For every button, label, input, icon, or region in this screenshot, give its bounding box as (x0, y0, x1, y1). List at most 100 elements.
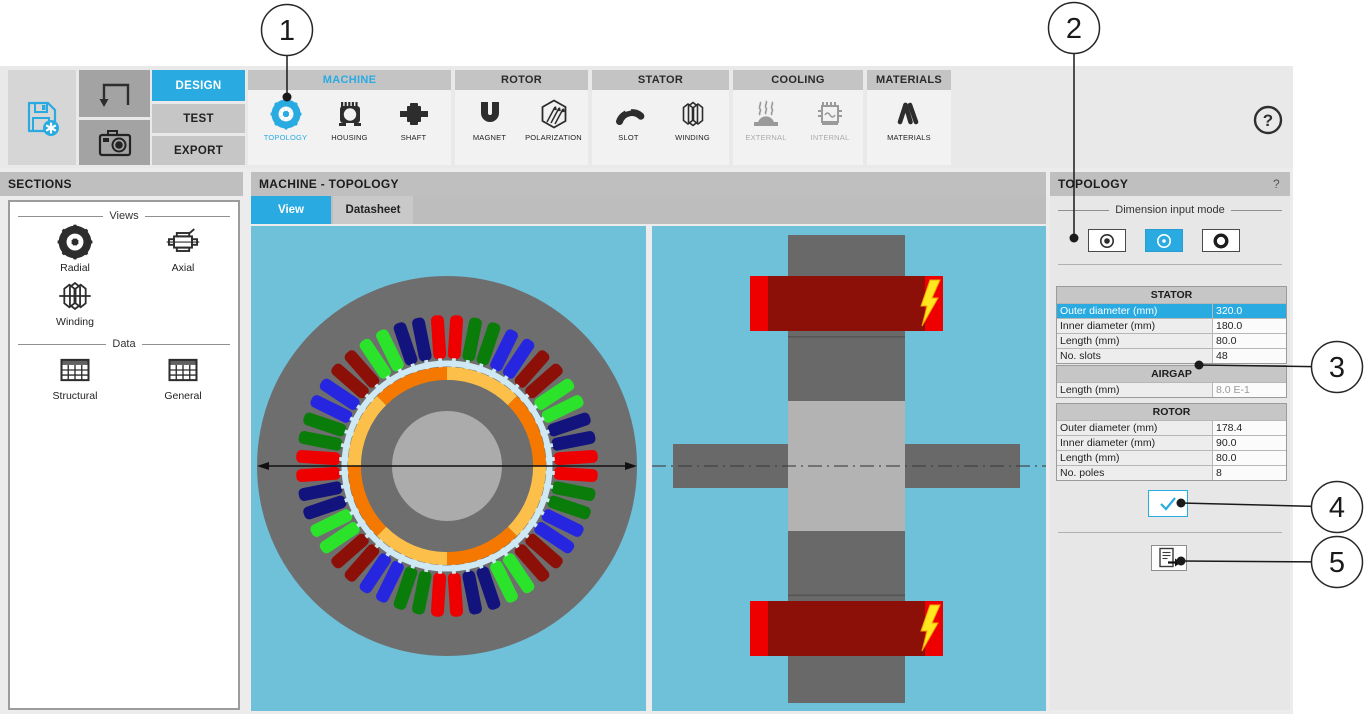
help-button[interactable]: ? (1252, 104, 1284, 136)
checkmark-icon (1160, 496, 1176, 511)
table-row[interactable]: No. slots 48 (1057, 348, 1286, 363)
row-label: Outer diameter (mm) (1057, 304, 1213, 318)
sidebar-item-winding[interactable]: Winding (25, 278, 125, 328)
table-row[interactable]: Inner diameter (mm) 180.0 (1057, 318, 1286, 333)
structural-data-icon (60, 358, 90, 382)
table-row[interactable]: Outer diameter (mm) 178.4 (1057, 420, 1286, 435)
help-icon: ? (1253, 105, 1283, 135)
ribbon-item-winding[interactable]: WINDING (661, 93, 725, 142)
stator-yoke (788, 235, 905, 276)
radial-view-canvas[interactable] (251, 226, 646, 711)
row-value[interactable]: 80.0 (1213, 334, 1286, 348)
row-value[interactable]: 80.0 (1213, 451, 1286, 465)
tab-design[interactable]: DESIGN (152, 70, 245, 101)
tab-test[interactable]: TEST (152, 104, 245, 133)
ribbon-item-magnet[interactable]: MAGNET (458, 93, 522, 142)
screenshot-button[interactable] (79, 120, 150, 165)
inner-diameter-icon (1100, 233, 1114, 248)
axial-view-canvas[interactable] (652, 226, 1046, 711)
winding-slot-region (768, 601, 925, 656)
sidebar-item-radial[interactable]: Radial (25, 224, 125, 274)
tab-export[interactable]: EXPORT (152, 136, 245, 165)
ribbon-group-materials-title: MATERIALS (867, 70, 951, 90)
ribbon-item-shaft[interactable]: SHAFT (382, 93, 446, 142)
sidebar-item-axial[interactable]: Axial (133, 224, 233, 274)
row-label: No. slots (1057, 349, 1213, 363)
row-value[interactable]: 48 (1213, 349, 1286, 363)
ribbon-item-topology[interactable]: TOPOLOGY (254, 93, 318, 142)
ribbon-item-slot[interactable]: SLOT (597, 93, 661, 142)
internal-cooling-label: INTERNAL (810, 133, 850, 142)
ribbon-item-polarization[interactable]: POLARIZATION (522, 93, 586, 142)
magnet-icon (480, 102, 499, 122)
rotor-table: ROTOR Outer diameter (mm) 178.4 Inner di… (1056, 403, 1287, 481)
ribbon-group-stator: STATOR SLOT WINDING (592, 70, 729, 165)
housing-icon (338, 102, 361, 126)
ribbon-group-cooling-title: COOLING (733, 70, 863, 90)
export-report-button[interactable] (1151, 545, 1187, 571)
tab-view-label: View (278, 204, 304, 216)
apply-button[interactable] (1148, 490, 1188, 517)
radial-label: Radial (60, 262, 90, 274)
sections-title: SECTIONS (8, 177, 72, 191)
middle-diameter-icon (1157, 233, 1171, 248)
row-value[interactable]: 90.0 (1213, 436, 1286, 450)
callout-number: 4 (1329, 492, 1345, 524)
save-button[interactable] (8, 70, 76, 165)
divider (1058, 264, 1282, 265)
ribbon-group-cooling: COOLING EXTERNAL INTERNAL (733, 70, 863, 165)
axial-view-icon (166, 228, 200, 252)
ribbon-group-rotor: ROTOR MAGNET POLARIZATION (455, 70, 588, 165)
tab-export-label: EXPORT (173, 144, 224, 157)
row-value[interactable]: 8 (1213, 466, 1286, 480)
dimension-mode-middle-button[interactable] (1145, 229, 1183, 252)
general-data-icon (168, 358, 198, 382)
ribbon-group-materials: MATERIALS MATERIALS (867, 70, 951, 165)
callout-circle (1310, 340, 1364, 394)
magnet-label: MAGNET (472, 133, 507, 142)
polarization-icon (541, 99, 566, 129)
ribbon-group-machine: MACHINE TOPOLOGY HOUSING SHAFT (248, 70, 451, 165)
ribbon-item-housing[interactable]: HOUSING (318, 93, 382, 142)
row-label: No. poles (1057, 466, 1213, 480)
table-row[interactable]: Outer diameter (mm) 320.0 (1057, 303, 1286, 318)
table-row[interactable]: Inner diameter (mm) 90.0 (1057, 435, 1286, 450)
polarization-label: POLARIZATION (525, 133, 582, 142)
callout-circle (1310, 480, 1364, 534)
airgap-table-title: AIRGAP (1057, 366, 1286, 382)
callout-circle (1047, 1, 1101, 55)
view-tabbar: View Datasheet (251, 196, 1046, 224)
winding-label: Winding (56, 316, 94, 328)
shaft-icon (399, 103, 428, 125)
row-label: Inner diameter (mm) (1057, 436, 1213, 450)
external-cooling-label: EXTERNAL (745, 133, 787, 142)
table-row[interactable]: Length (mm) 8.0 E-1 (1057, 382, 1286, 397)
row-value[interactable]: 178.4 (1213, 421, 1286, 435)
lamination-line (788, 594, 905, 597)
dimension-mode-outer-button[interactable] (1202, 229, 1240, 252)
ribbon-item-internal-cooling: INTERNAL (798, 93, 862, 142)
rotor-core-axial (788, 331, 905, 401)
application-window: DESIGN TEST EXPORT MACHINE TOPOLOGY HOUS… (0, 0, 1370, 718)
sidebar-item-general[interactable]: General (133, 352, 233, 402)
row-value[interactable]: 320.0 (1213, 304, 1286, 318)
slot-icon (615, 104, 644, 126)
undo-button[interactable] (79, 70, 150, 117)
row-value[interactable]: 180.0 (1213, 319, 1286, 333)
topology-help-icon[interactable]: ? (1273, 172, 1280, 196)
table-row[interactable]: No. poles 8 (1057, 465, 1286, 480)
general-label: General (164, 390, 202, 402)
sidebar-item-structural[interactable]: Structural (25, 352, 125, 402)
callout-circle (1310, 535, 1364, 589)
table-row[interactable]: Length (mm) 80.0 (1057, 450, 1286, 465)
dimension-mode-inner-button[interactable] (1088, 229, 1126, 252)
table-row[interactable]: Length (mm) 80.0 (1057, 333, 1286, 348)
callout-number: 2 (1066, 13, 1082, 45)
rotor-core-axial (788, 531, 905, 601)
radial-view-icon (57, 224, 93, 260)
internal-cooling-icon (818, 102, 842, 125)
ribbon-item-materials[interactable]: MATERIALS (877, 93, 941, 142)
tab-view[interactable]: View (251, 196, 331, 224)
tab-datasheet[interactable]: Datasheet (333, 196, 413, 224)
airgap-table: AIRGAP Length (mm) 8.0 E-1 (1056, 365, 1287, 398)
